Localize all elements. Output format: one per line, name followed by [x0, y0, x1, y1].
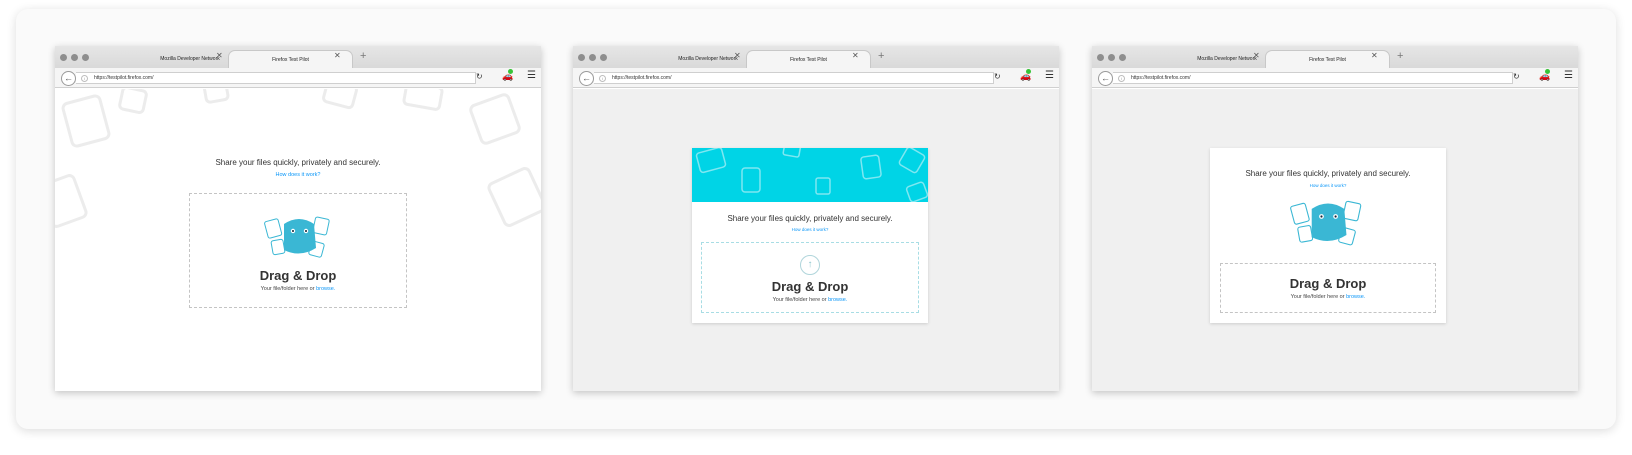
file-icon [402, 89, 444, 111]
browser-window-1: Mozilla Developer Network ✕ Firefox Test… [55, 46, 541, 391]
banner-file-icons [695, 148, 928, 202]
music-file-icon [202, 89, 230, 104]
plus-icon[interactable]: + [1397, 50, 1403, 62]
hamburger-menu-icon[interactable]: ☰ [1564, 70, 1573, 81]
image-file-icon [61, 94, 111, 148]
close-icon[interactable]: ✕ [334, 51, 341, 60]
browse-link[interactable]: browse. [316, 286, 335, 292]
close-icon[interactable]: ✕ [1371, 51, 1378, 60]
url-text: https://testpilot.firefox.com/ [612, 75, 672, 81]
window-close-dot[interactable] [1097, 54, 1104, 61]
url-text: https://testpilot.firefox.com/ [94, 75, 154, 81]
upload-panel: Share your files quickly, privately and … [692, 148, 928, 323]
drag-drop-subtitle: Your file/folder here or browse. [1221, 294, 1435, 300]
hamburger-menu-icon[interactable]: ☰ [1045, 70, 1054, 81]
mascot-illustration [1290, 200, 1362, 246]
tab-label: Firefox Test Pilot [790, 56, 827, 63]
info-icon[interactable]: i [1118, 75, 1125, 82]
how-it-works-link[interactable]: How does it work? [1210, 183, 1446, 188]
how-it-works-link[interactable]: How does it work? [692, 227, 928, 232]
image-file-icon [55, 174, 88, 228]
tab-label: Mozilla Developer Network [1197, 56, 1257, 62]
tab-label: Mozilla Developer Network [678, 56, 738, 62]
window-zoom-dot[interactable] [1119, 54, 1126, 61]
window-minimize-dot[interactable] [71, 54, 78, 61]
hamburger-menu-icon[interactable]: ☰ [527, 70, 536, 81]
browser-window-3: Mozilla Developer Network ✕ Firefox Test… [1092, 46, 1578, 391]
drag-drop-title: Drag & Drop [259, 268, 337, 283]
close-icon[interactable]: ✕ [216, 51, 223, 60]
file-icon [118, 89, 148, 115]
tab-label: Mozilla Developer Network [160, 56, 220, 62]
upload-panel: Share your files quickly, privately and … [1210, 148, 1446, 323]
drop-instructions: Your file/folder here or [772, 297, 827, 303]
notification-dot [1026, 69, 1031, 74]
info-icon[interactable]: i [599, 75, 606, 82]
window-minimize-dot[interactable] [589, 54, 596, 61]
close-icon[interactable]: ✕ [1253, 51, 1260, 60]
upload-arrow-icon: ↑ [800, 255, 820, 275]
back-arrow-icon[interactable]: ← [61, 71, 76, 86]
notification-dot [508, 69, 513, 74]
drop-instructions: Your file/folder here or [1290, 294, 1345, 300]
page-viewport: Share your files quickly, privately and … [573, 89, 1059, 391]
plus-icon[interactable]: + [360, 50, 366, 62]
reload-icon[interactable]: ↻ [994, 72, 1001, 81]
drag-drop-subtitle: Your file/folder here or browse. [702, 297, 918, 303]
page-tagline: Share your files quickly, privately and … [727, 214, 893, 223]
close-icon[interactable]: ✕ [734, 51, 741, 60]
reload-icon[interactable]: ↻ [1513, 72, 1520, 81]
nav-toolbar: i https://testpilot.firefox.com/ ← ↻ 🚗 ☰ [55, 68, 541, 88]
mascot-illustration [264, 216, 330, 258]
plus-icon[interactable]: + [878, 50, 884, 62]
drag-drop-subtitle: Your file/folder here or browse. [190, 286, 406, 292]
back-arrow-icon[interactable]: ← [1098, 71, 1113, 86]
nav-toolbar: i https://testpilot.firefox.com/ ← ↻ 🚗 ☰ [1092, 68, 1578, 88]
browse-link[interactable]: browse. [1346, 294, 1365, 300]
window-zoom-dot[interactable] [600, 54, 607, 61]
nav-toolbar: i https://testpilot.firefox.com/ ← ↻ 🚗 ☰ [573, 68, 1059, 88]
tab-label: Firefox Test Pilot [272, 56, 309, 63]
info-icon[interactable]: i [81, 75, 88, 82]
reload-icon[interactable]: ↻ [476, 72, 483, 81]
page-tagline: Share your files quickly, privately and … [215, 158, 381, 167]
close-icon[interactable]: ✕ [852, 51, 859, 60]
tab-bar: Mozilla Developer Network ✕ Firefox Test… [1092, 46, 1578, 68]
browse-link[interactable]: browse. [828, 297, 847, 303]
image-file-icon [322, 89, 358, 110]
drop-zone[interactable]: ↑ Drag & Drop Your file/folder here or b… [701, 242, 919, 313]
test-pilot-icon[interactable]: 🚗 [502, 69, 513, 82]
url-bar[interactable]: i https://testpilot.firefox.com/ [1113, 72, 1513, 84]
url-bar[interactable]: i https://testpilot.firefox.com/ [76, 72, 476, 84]
drop-zone[interactable]: Drag & Drop Your file/folder here or bro… [1220, 263, 1436, 313]
browser-window-2: Mozilla Developer Network ✕ Firefox Test… [573, 46, 1059, 391]
test-pilot-icon[interactable]: 🚗 [1539, 69, 1550, 82]
url-bar[interactable]: i https://testpilot.firefox.com/ [594, 72, 994, 84]
page-tagline: Share your files quickly, privately and … [1245, 169, 1411, 178]
page-viewport: Share your files quickly, privately and … [1092, 89, 1578, 391]
window-minimize-dot[interactable] [1108, 54, 1115, 61]
window-close-dot[interactable] [60, 54, 67, 61]
drop-instructions: Your file/folder here or [260, 286, 315, 292]
notification-dot [1545, 69, 1550, 74]
drag-drop-title: Drag & Drop [1289, 276, 1367, 291]
code-file-icon [469, 93, 521, 145]
tab-label: Firefox Test Pilot [1309, 56, 1346, 63]
tab-bar: Mozilla Developer Network ✕ Firefox Test… [55, 46, 541, 68]
page-viewport: Share your files quickly, privately and … [55, 89, 541, 391]
url-text: https://testpilot.firefox.com/ [1131, 75, 1191, 81]
test-pilot-icon[interactable]: 🚗 [1020, 69, 1031, 82]
tab-bar: Mozilla Developer Network ✕ Firefox Test… [573, 46, 1059, 68]
drag-drop-title: Drag & Drop [771, 279, 849, 294]
how-it-works-link[interactable]: How does it work? [55, 172, 541, 178]
window-zoom-dot[interactable] [82, 54, 89, 61]
window-close-dot[interactable] [578, 54, 585, 61]
drop-zone[interactable]: Drag & Drop Your file/folder here or bro… [189, 193, 407, 308]
back-arrow-icon[interactable]: ← [579, 71, 594, 86]
header-banner [692, 148, 928, 202]
